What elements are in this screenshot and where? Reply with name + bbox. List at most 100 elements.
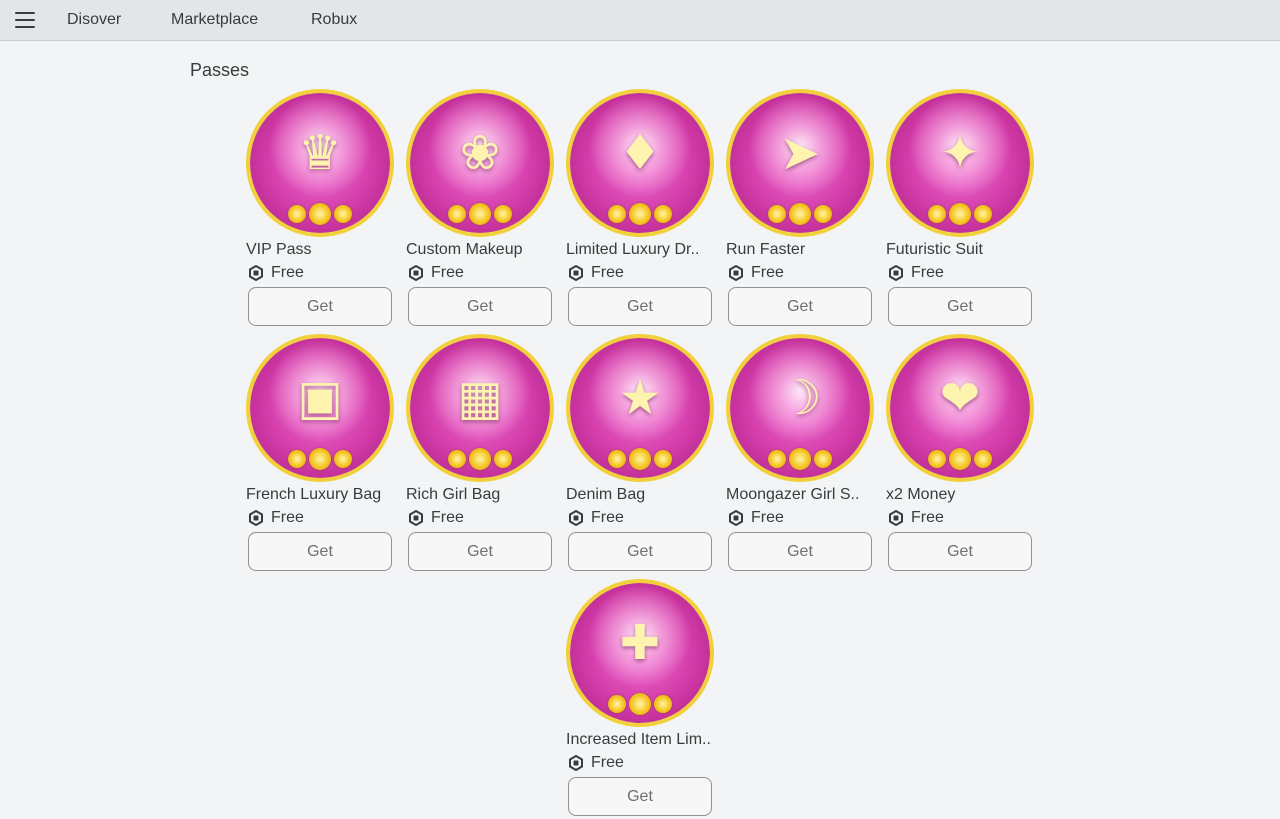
pass-card: ➤ Run Faster Free Get [726, 89, 876, 329]
pass-card: ✦ Futuristic Suit Free Get [886, 89, 1036, 329]
coin-icon [928, 205, 946, 223]
pass-artwork-glyph: ☽ [778, 370, 822, 426]
price-text: Free [751, 264, 784, 281]
coin-icon [928, 450, 946, 468]
pass-name[interactable]: Custom Makeup [406, 241, 558, 259]
robux-icon [249, 510, 263, 526]
get-button[interactable]: Get [408, 532, 552, 571]
coin-icon [789, 448, 811, 470]
coin-icon [768, 450, 786, 468]
nav-link-marketplace[interactable]: Marketplace [171, 11, 258, 29]
get-button[interactable]: Get [248, 532, 392, 571]
price-row: Free [248, 263, 304, 283]
price-row: Free [248, 508, 304, 528]
section-title-passes: Passes [190, 60, 250, 80]
robux-icon [409, 265, 423, 281]
get-button[interactable]: Get [888, 532, 1032, 571]
pass-card: ❀ Custom Makeup Free Get [406, 89, 556, 329]
hat-shirt-icon[interactable]: ✚ [566, 579, 714, 727]
price-row: Free [568, 508, 624, 528]
robux-icon [729, 265, 743, 281]
pass-name[interactable]: VIP Pass [246, 241, 398, 259]
robux-icon [569, 510, 583, 526]
price-text: Free [271, 264, 304, 281]
get-button[interactable]: Get [568, 532, 712, 571]
coin-icon [654, 695, 672, 713]
coin-icon [448, 205, 466, 223]
coin-row-decoration [410, 448, 550, 472]
robux-icon [249, 265, 263, 281]
pass-artwork-glyph: ▣ [297, 370, 343, 426]
price-row: Free [408, 263, 464, 283]
coin-icon [494, 205, 512, 223]
nav-link-robux[interactable]: Robux [311, 11, 357, 29]
pass-artwork-glyph: ✦ [939, 125, 981, 181]
pass-name[interactable]: x2 Money [886, 486, 1038, 504]
coin-icon [949, 448, 971, 470]
coin-row-decoration [570, 693, 710, 717]
pass-card: ▣ French Luxury Bag Free Get [246, 334, 396, 574]
coin-icon [288, 205, 306, 223]
get-button[interactable]: Get [728, 532, 872, 571]
coin-icon [949, 203, 971, 225]
coin-icon [974, 450, 992, 468]
price-text: Free [431, 264, 464, 281]
coin-icon [974, 205, 992, 223]
suit-icon[interactable]: ✦ [886, 89, 1034, 237]
price-row: Free [568, 263, 624, 283]
pass-name[interactable]: Run Faster [726, 241, 878, 259]
coin-icon [629, 693, 651, 715]
coin-icon [654, 205, 672, 223]
pass-card: ✚ Increased Item Lim.. Free Get [566, 579, 716, 819]
quilted-bag-icon[interactable]: ▦ [406, 334, 554, 482]
dress-icon[interactable]: ♦ [566, 89, 714, 237]
price-text: Free [911, 509, 944, 526]
pass-name[interactable]: Futuristic Suit [886, 241, 1038, 259]
pass-name[interactable]: Moongazer Girl S.. [726, 486, 878, 504]
outfit-icon[interactable]: ☽ [726, 334, 874, 482]
pass-name[interactable]: French Luxury Bag [246, 486, 398, 504]
pass-card: ♛ VIP Pass Free Get [246, 89, 396, 329]
robux-icon [569, 265, 583, 281]
denim-bag-icon[interactable]: ★ [566, 334, 714, 482]
pass-name[interactable]: Denim Bag [566, 486, 718, 504]
coin-row-decoration [890, 448, 1030, 472]
coin-icon [654, 450, 672, 468]
get-button[interactable]: Get [568, 287, 712, 326]
handbag-icon[interactable]: ▣ [246, 334, 394, 482]
price-text: Free [431, 509, 464, 526]
get-button[interactable]: Get [568, 777, 712, 816]
robux-icon [729, 510, 743, 526]
coin-icon [469, 448, 491, 470]
pass-artwork-glyph: ➤ [779, 125, 821, 181]
get-button[interactable]: Get [728, 287, 872, 326]
robux-icon [889, 265, 903, 281]
pass-artwork-glyph: ❀ [459, 125, 501, 181]
coin-icon [334, 450, 352, 468]
pass-artwork-glyph: ★ [618, 370, 662, 426]
coin-icon [448, 450, 466, 468]
coin-icon [768, 205, 786, 223]
hamburger-menu-icon[interactable] [15, 10, 36, 30]
get-button[interactable]: Get [888, 287, 1032, 326]
coin-icon [814, 205, 832, 223]
pass-name[interactable]: Increased Item Lim.. [566, 731, 718, 749]
crown-vip-icon[interactable]: ♛ [246, 89, 394, 237]
heel-shoe-icon[interactable]: ➤ [726, 89, 874, 237]
pass-artwork-glyph: ✚ [619, 615, 661, 671]
makeup-icon[interactable]: ❀ [406, 89, 554, 237]
coin-icon [608, 205, 626, 223]
price-row: Free [888, 508, 944, 528]
nav-link-discover[interactable]: Disover [67, 11, 121, 29]
get-button[interactable]: Get [408, 287, 552, 326]
pass-name[interactable]: Limited Luxury Dr.. [566, 241, 718, 259]
pass-card: ♦ Limited Luxury Dr.. Free Get [566, 89, 716, 329]
coin-icon [789, 203, 811, 225]
pass-name[interactable]: Rich Girl Bag [406, 486, 558, 504]
coin-icon [814, 450, 832, 468]
money-icon[interactable]: ❤ [886, 334, 1034, 482]
price-text: Free [591, 509, 624, 526]
coin-row-decoration [730, 203, 870, 227]
coin-row-decoration [730, 448, 870, 472]
get-button[interactable]: Get [248, 287, 392, 326]
